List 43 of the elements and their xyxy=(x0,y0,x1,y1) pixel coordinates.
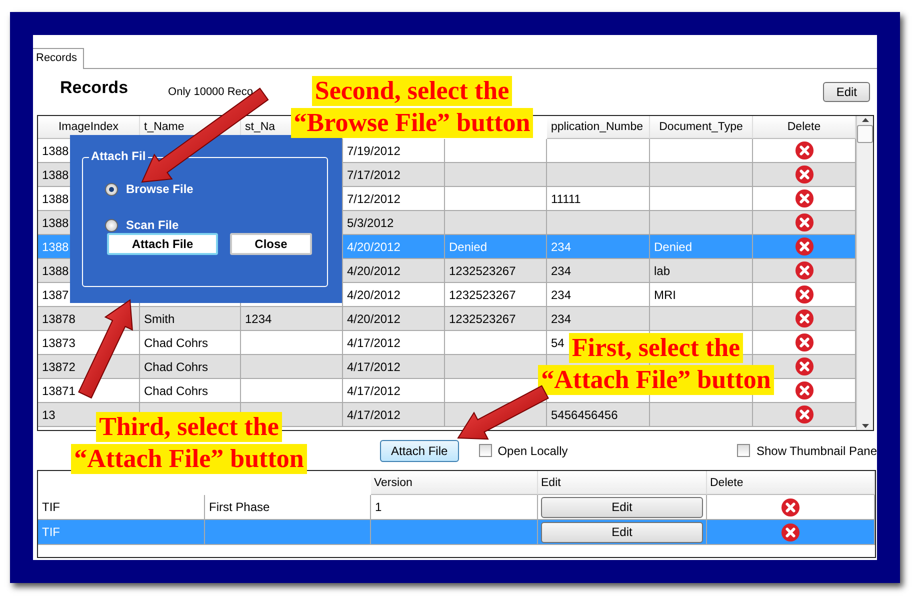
table-cell: 7/17/2012 xyxy=(343,163,445,187)
table-cell: TIF xyxy=(38,520,205,545)
table-cell: Chad Cohrs xyxy=(140,379,241,403)
callout-text: “Attach File” button xyxy=(538,365,774,395)
table-cell: 7/19/2012 xyxy=(343,139,445,163)
table-cell: 4/20/2012 xyxy=(343,307,445,331)
table-cell: 234 xyxy=(547,259,650,283)
callout-text: Second, select the xyxy=(312,76,512,106)
table-cell: Denied xyxy=(650,235,753,259)
callout-text: Third, select the xyxy=(96,412,282,442)
table-cell: MRI xyxy=(650,283,753,307)
table-cell: 5/3/2012 xyxy=(343,211,445,235)
table-cell: 234 xyxy=(547,307,650,331)
callout-text: “Browse File” button xyxy=(290,108,534,138)
table-cell: 4/20/2012 xyxy=(343,259,445,283)
table-cell: 4/17/2012 xyxy=(343,331,445,355)
table-cell: 4/17/2012 xyxy=(343,403,445,427)
table-cell: 1232523267 xyxy=(445,283,547,307)
table-cell: 4/17/2012 xyxy=(343,355,445,379)
callout-text: First, select the xyxy=(568,333,744,363)
table-cell: 11111 xyxy=(547,187,650,211)
table-cell: 4/20/2012 xyxy=(343,235,445,259)
table-cell: Chad Cohrs xyxy=(140,355,241,379)
records-note: Only 10000 Reco xyxy=(168,86,254,98)
table-cell: 234 xyxy=(547,235,650,259)
table-cell: 234 xyxy=(547,283,650,307)
table-cell: Denied xyxy=(445,235,547,259)
group-title: Attach Fil xyxy=(89,149,148,163)
page-title: Records xyxy=(60,78,128,98)
table-cell: Smith xyxy=(140,307,241,331)
table-cell: 1 xyxy=(371,495,538,520)
table-cell: 4/17/2012 xyxy=(343,379,445,403)
table-cell: 1234 xyxy=(241,307,343,331)
table-cell: 7/12/2012 xyxy=(343,187,445,211)
table-cell: 1232523267 xyxy=(445,307,547,331)
table-cell: TIF xyxy=(38,495,205,520)
table-cell: 4/20/2012 xyxy=(343,283,445,307)
table-cell: 1232523267 xyxy=(445,259,547,283)
table-cell: lab xyxy=(650,259,753,283)
table-cell: Chad Cohrs xyxy=(140,331,241,355)
callout-text: “Attach File” button xyxy=(71,444,307,474)
table-cell: 5456456456 xyxy=(547,403,650,427)
table-cell: First Phase xyxy=(205,495,371,520)
